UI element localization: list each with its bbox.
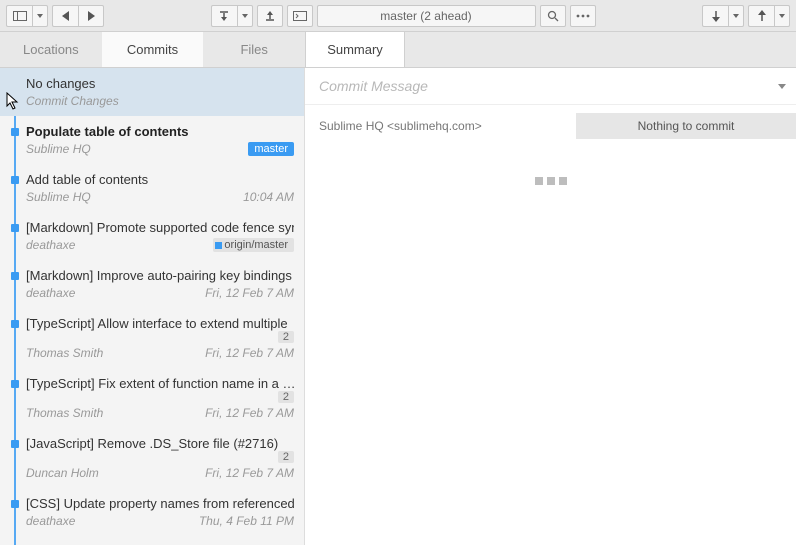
back-button[interactable]: [52, 5, 78, 27]
commit-author: deathaxe: [26, 286, 75, 300]
tabs-row: Locations Commits Files Summary: [0, 32, 796, 68]
commit-item[interactable]: [TypeScript] Allow interface to extend m…: [0, 308, 304, 368]
file-count-badge: 2: [278, 451, 294, 463]
graph-node: [11, 500, 19, 508]
more-button[interactable]: [570, 5, 596, 27]
commit-title: No changes: [26, 76, 294, 91]
graph-node: [11, 380, 19, 388]
branch-tag-origin: origin/master: [213, 238, 294, 252]
tab-files[interactable]: Files: [203, 32, 305, 67]
commit-item[interactable]: [Markdown] Improve auto-pairing key bind…: [0, 260, 304, 308]
commit-author: Thomas Smith: [26, 406, 103, 420]
commit-time: Thu, 4 Feb 11 PM: [199, 514, 294, 528]
commit-subline: deathaxe origin/master: [26, 238, 294, 252]
commit-title: [TypeScript] Allow interface to extend m…: [26, 316, 294, 343]
chevron-down-icon[interactable]: [778, 84, 786, 89]
commit-item[interactable]: [JavaScript] Remove .DS_Store file (#271…: [0, 428, 304, 488]
cursor-icon: [6, 92, 20, 110]
commit-item[interactable]: Populate table of contents Sublime HQ mast…: [0, 116, 304, 164]
commit-subline: Thomas Smith Fri, 12 Feb 7 AM: [26, 406, 294, 420]
branch-tag-master: master: [248, 142, 294, 156]
commit-time: Fri, 12 Feb 7 AM: [205, 346, 294, 360]
commit-subline: Commit Changes: [26, 94, 294, 108]
tab-commits[interactable]: Commits: [102, 32, 204, 67]
graph-node: [11, 320, 19, 328]
commit-title: Add table of contents: [26, 172, 294, 187]
commit-subline: Sublime HQ 10:04 AM: [26, 190, 294, 204]
commit-list[interactable]: No changes Commit Changes Populate table o…: [0, 68, 304, 545]
tab-locations[interactable]: Locations: [0, 32, 102, 67]
commit-author: Sublime HQ: [26, 190, 91, 204]
forward-button[interactable]: [78, 5, 104, 27]
commit-author-field[interactable]: Sublime HQ <sublimehq.com>: [319, 119, 566, 133]
commit-author: Commit Changes: [26, 94, 119, 108]
commit-list-pane: No changes Commit Changes Populate table o…: [0, 68, 305, 545]
stash-button[interactable]: [211, 5, 237, 27]
commit-author: Duncan Holm: [26, 466, 99, 480]
commit-subline: deathaxe Thu, 4 Feb 11 PM: [26, 514, 294, 528]
commit-author: Thomas Smith: [26, 346, 103, 360]
commit-subline: Thomas Smith Fri, 12 Feb 7 AM: [26, 346, 294, 360]
terminal-button[interactable]: [287, 5, 313, 27]
file-count-badge: 2: [278, 331, 294, 343]
commit-subline: Sublime HQ master: [26, 142, 294, 156]
commit-message-input[interactable]: Commit Message: [305, 68, 796, 105]
commit-title: [CSS] Update property names from referen…: [26, 496, 294, 511]
commit-button[interactable]: Nothing to commit: [576, 113, 796, 139]
commit-title: Populate table of contents: [26, 124, 294, 139]
right-tabs: Summary: [305, 32, 796, 67]
commit-item[interactable]: [CSS] Update property names from referen…: [0, 488, 304, 536]
graph-node: [11, 272, 19, 280]
commit-subline: deathaxe Fri, 12 Feb 7 AM: [26, 286, 294, 300]
commit-title: [Markdown] Improve auto-pairing key bind…: [26, 268, 294, 283]
toolbar: master (2 ahead): [0, 0, 796, 32]
commit-time: Fri, 12 Feb 7 AM: [205, 406, 294, 420]
loading-indicator: [305, 177, 796, 185]
graph-node: [11, 224, 19, 232]
graph-node: [11, 128, 19, 136]
commit-item[interactable]: No changes Commit Changes: [0, 68, 304, 116]
push-button[interactable]: [748, 5, 774, 27]
graph-node: [11, 176, 19, 184]
tab-summary[interactable]: Summary: [305, 32, 405, 67]
sidebar-toggle-dropdown[interactable]: [32, 5, 48, 27]
push-dropdown[interactable]: [774, 5, 790, 27]
commit-title: [JavaScript] Remove .DS_Store file (#271…: [26, 436, 294, 463]
commit-item[interactable]: Add table of contents Sublime HQ 10:04 AM: [0, 164, 304, 212]
stash-dropdown[interactable]: [237, 5, 253, 27]
file-count-badge: 2: [278, 391, 294, 403]
detail-pane: Commit Message Sublime HQ <sublimehq.com…: [305, 68, 796, 545]
sidebar-toggle-button[interactable]: [6, 5, 32, 27]
commit-item[interactable]: [Markdown] Promote supported code fence …: [0, 212, 304, 260]
commit-time: Fri, 12 Feb 7 AM: [205, 286, 294, 300]
graph-node: [11, 440, 19, 448]
pull-dropdown[interactable]: [728, 5, 744, 27]
commit-item[interactable]: [CSS] Fix color functions in blend() (#2…: [0, 536, 304, 545]
commit-title: [TypeScript] Fix extent of function name…: [26, 376, 294, 403]
commit-author: Sublime HQ: [26, 142, 91, 156]
commit-author: deathaxe: [26, 238, 75, 252]
commit-subline: Duncan Holm Fri, 12 Feb 7 AM: [26, 466, 294, 480]
commit-time: 10:04 AM: [243, 190, 294, 204]
pull-button[interactable]: [702, 5, 728, 27]
commit-title: [Markdown] Promote supported code fence …: [26, 220, 294, 235]
commit-author: deathaxe: [26, 514, 75, 528]
commit-item[interactable]: [TypeScript] Fix extent of function name…: [0, 368, 304, 428]
branch-title[interactable]: master (2 ahead): [317, 5, 536, 27]
pop-stash-button[interactable]: [257, 5, 283, 27]
commit-time: Fri, 12 Feb 7 AM: [205, 466, 294, 480]
left-tabs: Locations Commits Files: [0, 32, 305, 67]
commit-message-placeholder: Commit Message: [319, 78, 428, 94]
search-button[interactable]: [540, 5, 566, 27]
